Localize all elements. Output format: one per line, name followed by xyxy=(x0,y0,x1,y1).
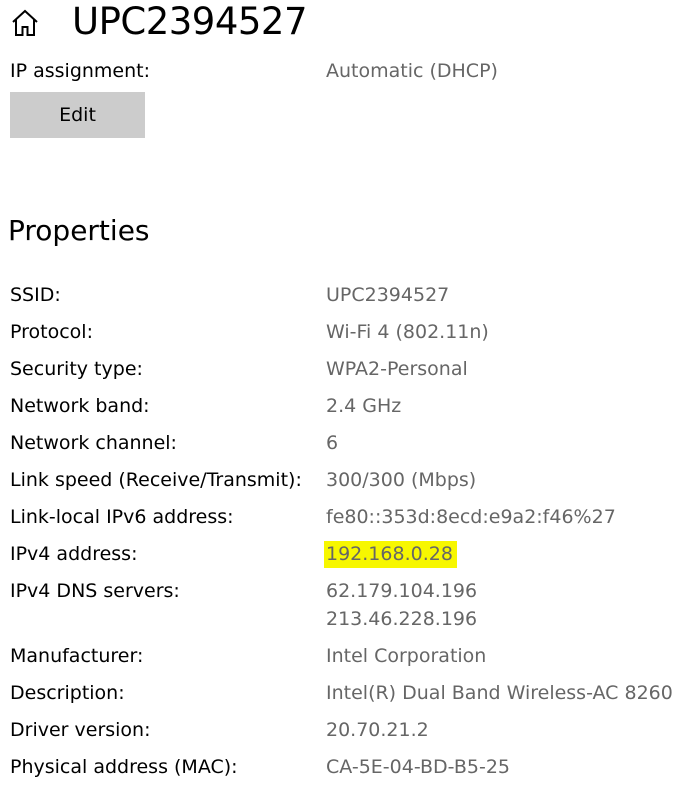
home-icon[interactable] xyxy=(10,8,40,38)
properties-heading: Properties xyxy=(8,214,150,247)
ipv4-address-value: 192.168.0.28 xyxy=(324,541,457,568)
mac-address-value: CA-5E-04-BD-B5-25 xyxy=(326,756,511,778)
driver-version-value: 20.70.21.2 xyxy=(326,719,429,741)
dns-servers-values: 62.179.104.196 213.46.228.196 xyxy=(326,577,477,633)
ssid-value: UPC2394527 xyxy=(326,284,450,306)
link-speed-value: 300/300 (Mbps) xyxy=(326,469,477,491)
mac-address-label: Physical address (MAC): xyxy=(10,756,238,778)
description-label: Description: xyxy=(10,682,125,704)
network-band-value: 2.4 GHz xyxy=(326,395,402,417)
manufacturer-value: Intel Corporation xyxy=(326,645,487,667)
security-type-label: Security type: xyxy=(10,358,143,380)
dns-server-primary: 62.179.104.196 xyxy=(326,580,478,602)
ipv4-highlight: 192.168.0.28 xyxy=(324,541,457,568)
network-band-label: Network band: xyxy=(10,395,150,417)
edit-button[interactable]: Edit xyxy=(10,92,145,138)
page-title: UPC2394527 xyxy=(72,0,308,43)
security-type-value: WPA2-Personal xyxy=(326,358,468,380)
dns-server-secondary: 213.46.228.196 xyxy=(326,608,478,630)
link-speed-label: Link speed (Receive/Transmit): xyxy=(10,469,302,491)
ipv6-address-label: Link-local IPv6 address: xyxy=(10,506,234,528)
network-channel-value: 6 xyxy=(326,432,339,454)
ipv6-address-value: fe80::353d:8ecd:e9a2:f46%27 xyxy=(326,506,616,528)
network-channel-label: Network channel: xyxy=(10,432,177,454)
ip-assignment-label: IP assignment: xyxy=(10,60,151,82)
ipv4-address-label: IPv4 address: xyxy=(10,543,138,565)
driver-version-label: Driver version: xyxy=(10,719,151,741)
protocol-label: Protocol: xyxy=(10,321,93,343)
page-header xyxy=(10,0,40,46)
ip-assignment-value: Automatic (DHCP) xyxy=(326,60,498,82)
description-value: Intel(R) Dual Band Wireless-AC 8260 xyxy=(326,682,673,704)
ssid-label: SSID: xyxy=(10,284,61,306)
protocol-value: Wi-Fi 4 (802.11n) xyxy=(326,321,489,343)
manufacturer-label: Manufacturer: xyxy=(10,645,144,667)
dns-servers-label: IPv4 DNS servers: xyxy=(10,580,180,602)
